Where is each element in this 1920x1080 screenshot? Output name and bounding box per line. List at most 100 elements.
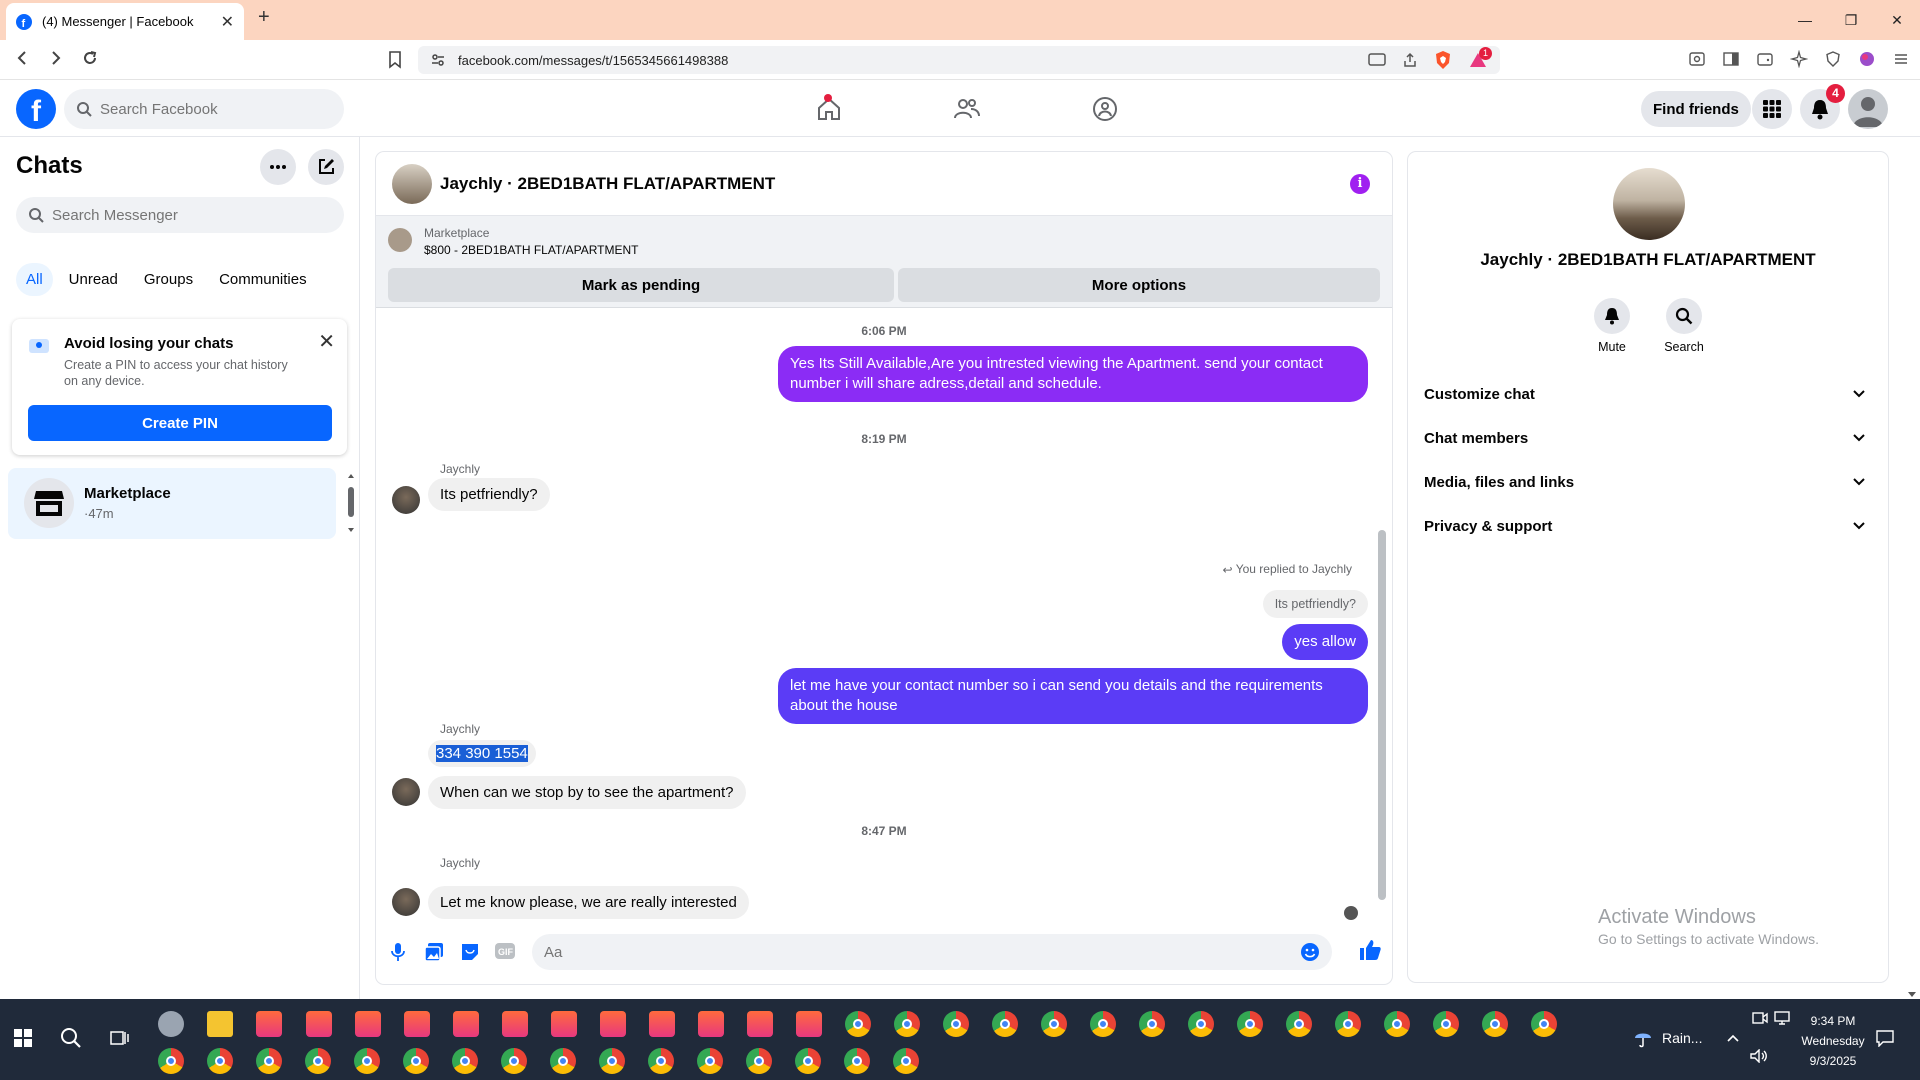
- notification-center-icon[interactable]: [1876, 1029, 1894, 1047]
- browser-tab[interactable]: f (4) Messenger | Facebook ✕: [6, 3, 244, 40]
- brave-taskbar-icon[interactable]: [355, 1011, 381, 1037]
- task-view-icon[interactable]: [110, 1029, 130, 1047]
- sender-avatar[interactable]: [392, 888, 420, 916]
- chat-members-section[interactable]: Chat members: [1424, 416, 1866, 460]
- menu-grid-button[interactable]: [1752, 89, 1792, 129]
- minimize-icon[interactable]: —: [1782, 12, 1828, 28]
- chrome-taskbar-icon[interactable]: [1041, 1011, 1067, 1037]
- chrome-taskbar-icon[interactable]: [354, 1048, 380, 1074]
- chrome-taskbar-icon[interactable]: [1384, 1011, 1410, 1037]
- chats-scrollbar[interactable]: [346, 473, 356, 533]
- chrome-taskbar-icon[interactable]: [893, 1048, 919, 1074]
- network-icon[interactable]: [1774, 1011, 1790, 1025]
- chrome-taskbar-icon[interactable]: [550, 1048, 576, 1074]
- outgoing-message[interactable]: yes allow: [1282, 624, 1368, 660]
- message-thread[interactable]: 6:06 PM Yes Its Still Available,Are you …: [376, 310, 1392, 920]
- chrome-taskbar-icon[interactable]: [1433, 1011, 1459, 1037]
- chrome-taskbar-icon[interactable]: [1335, 1011, 1361, 1037]
- listing-title[interactable]: $800 - 2BED1BATH FLAT/APARTMENT: [424, 243, 639, 257]
- new-message-button[interactable]: [308, 149, 344, 185]
- facebook-search-input[interactable]: [100, 100, 320, 118]
- filter-all[interactable]: All: [16, 263, 53, 296]
- customize-chat-section[interactable]: Customize chat: [1424, 372, 1866, 416]
- outgoing-message[interactable]: Yes Its Still Available,Are you intreste…: [778, 346, 1368, 402]
- brave-taskbar-icon[interactable]: [256, 1011, 282, 1037]
- message-input[interactable]: [544, 943, 1300, 961]
- chrome-taskbar-icon[interactable]: [1139, 1011, 1165, 1037]
- chat-avatar[interactable]: [392, 164, 432, 204]
- brave-taskbar-icon[interactable]: [649, 1011, 675, 1037]
- chrome-taskbar-icon[interactable]: [1531, 1011, 1557, 1037]
- taskbar-search-icon[interactable]: [60, 1027, 82, 1049]
- messenger-search[interactable]: [16, 197, 344, 233]
- windows-start-icon[interactable]: [14, 1029, 32, 1047]
- back-icon[interactable]: [12, 48, 32, 68]
- sticker-icon[interactable]: [460, 942, 480, 962]
- reload-icon[interactable]: [80, 48, 100, 68]
- leo-ai-icon[interactable]: [1790, 50, 1808, 68]
- brave-shield-icon[interactable]: [1434, 50, 1452, 70]
- reply-quote[interactable]: Its petfriendly?: [1262, 590, 1368, 618]
- chrome-taskbar-icon[interactable]: [992, 1011, 1018, 1037]
- home-nav[interactable]: [760, 81, 898, 137]
- brave-taskbar-icon[interactable]: [502, 1011, 528, 1037]
- groups-nav[interactable]: [1036, 81, 1174, 137]
- cast-icon[interactable]: [1368, 52, 1386, 68]
- chrome-taskbar-icon[interactable]: [894, 1011, 920, 1037]
- chrome-taskbar-icon[interactable]: [1482, 1011, 1508, 1037]
- forward-icon[interactable]: [46, 48, 66, 68]
- mute-button[interactable]: Mute: [1582, 298, 1642, 354]
- chrome-taskbar-icon[interactable]: [943, 1011, 969, 1037]
- chrome-taskbar-icon[interactable]: [599, 1048, 625, 1074]
- chrome-taskbar-icon[interactable]: [305, 1048, 331, 1074]
- mark-as-pending-button[interactable]: Mark as pending: [388, 268, 894, 302]
- menu-icon[interactable]: [1892, 50, 1910, 68]
- search-in-chat-button[interactable]: Search: [1654, 298, 1714, 354]
- conversation-item[interactable]: Marketplace ·47m: [8, 468, 336, 539]
- brave-rewards-icon[interactable]: 1: [1468, 47, 1492, 69]
- chrome-taskbar-icon[interactable]: [697, 1048, 723, 1074]
- volume-icon[interactable]: [1750, 1049, 1768, 1063]
- chat-title[interactable]: Jaychly · 2BED1BATH FLAT/APARTMENT: [440, 174, 775, 194]
- chrome-taskbar-icon[interactable]: [648, 1048, 674, 1074]
- bookmark-icon[interactable]: [388, 51, 402, 69]
- chrome-taskbar-icon[interactable]: [746, 1048, 772, 1074]
- sender-avatar[interactable]: [392, 778, 420, 806]
- address-bar[interactable]: facebook.com/messages/t/1565345661498388…: [418, 46, 1500, 74]
- messenger-search-input[interactable]: [52, 206, 312, 224]
- brave-taskbar-icon[interactable]: [600, 1011, 626, 1037]
- incoming-message[interactable]: 334 390 1554: [428, 740, 536, 767]
- chrome-taskbar-icon[interactable]: [795, 1048, 821, 1074]
- sender-avatar[interactable]: [392, 486, 420, 514]
- incoming-message[interactable]: Its petfriendly?: [428, 478, 550, 511]
- weather-widget[interactable]: Rain...: [1632, 1027, 1702, 1049]
- site-info-icon[interactable]: [430, 52, 446, 68]
- photo-icon[interactable]: [424, 942, 444, 962]
- share-icon[interactable]: [1402, 52, 1418, 68]
- more-options-button[interactable]: More options: [898, 268, 1380, 302]
- friends-nav[interactable]: [898, 81, 1036, 137]
- chrome-taskbar-icon[interactable]: [1090, 1011, 1116, 1037]
- chats-options-button[interactable]: [260, 149, 296, 185]
- incoming-message[interactable]: When can we stop by to see the apartment…: [428, 776, 746, 809]
- scroll-thumb[interactable]: [1378, 530, 1386, 900]
- close-icon[interactable]: ✕: [318, 329, 335, 354]
- chrome-taskbar-icon[interactable]: [1237, 1011, 1263, 1037]
- tray-chevron-up-icon[interactable]: [1726, 1033, 1740, 1043]
- brave-taskbar-icon[interactable]: [796, 1011, 822, 1037]
- like-icon[interactable]: [1358, 938, 1382, 962]
- close-window-icon[interactable]: ✕: [1874, 12, 1920, 29]
- facebook-search[interactable]: [64, 89, 344, 129]
- chrome-taskbar-icon[interactable]: [845, 1011, 871, 1037]
- wallet-icon[interactable]: [1756, 50, 1774, 68]
- incoming-message[interactable]: Let me know please, we are really intere…: [428, 886, 749, 919]
- url-text[interactable]: facebook.com/messages/t/1565345661498388: [458, 53, 1368, 68]
- chrome-taskbar-icon[interactable]: [158, 1048, 184, 1074]
- profile-avatar[interactable]: [1613, 168, 1685, 240]
- message-input-box[interactable]: [532, 934, 1332, 970]
- media-files-links-section[interactable]: Media, files and links: [1424, 460, 1866, 504]
- thread-scrollbar[interactable]: [1378, 310, 1386, 910]
- folder-taskbar-icon[interactable]: [207, 1011, 233, 1037]
- gif-icon[interactable]: GIF: [494, 942, 516, 960]
- brave-taskbar-icon[interactable]: [453, 1011, 479, 1037]
